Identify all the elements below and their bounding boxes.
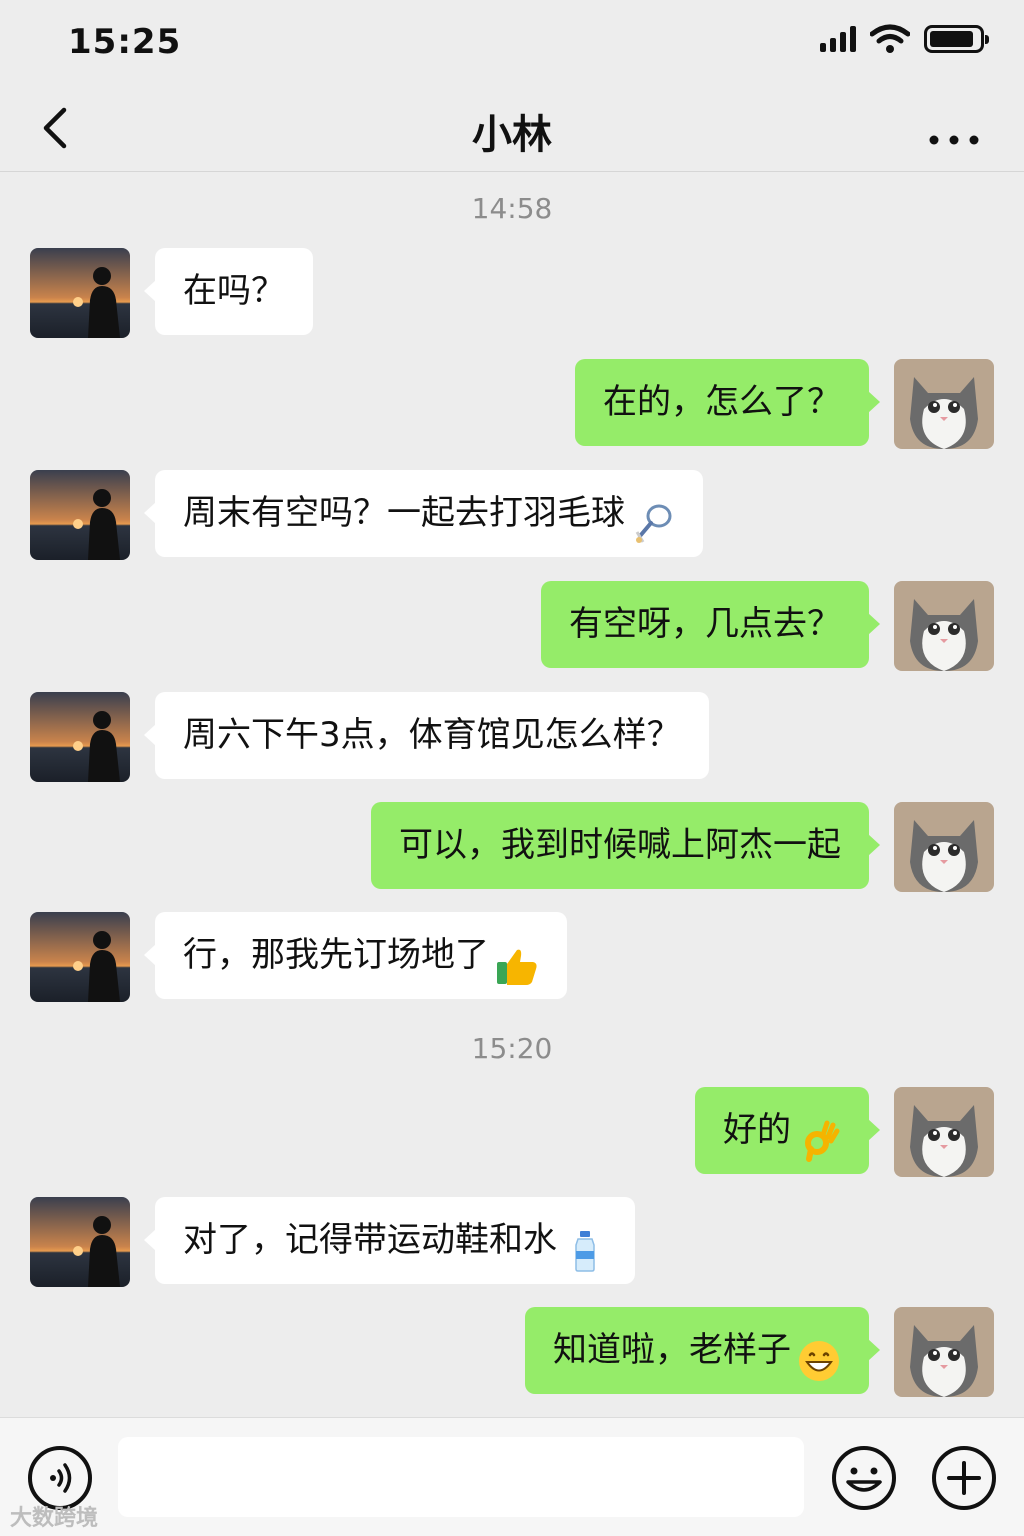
- message-text: 有空呀，几点去？: [569, 604, 841, 644]
- status-bar: 15:25: [0, 0, 1024, 84]
- contact-avatar[interactable]: [30, 912, 130, 1002]
- message-text: 好的: [723, 1110, 791, 1150]
- my-avatar[interactable]: [894, 1307, 994, 1397]
- my-avatar[interactable]: [894, 581, 994, 671]
- contact-avatar[interactable]: [30, 692, 130, 782]
- message-text: 在的，怎么了？: [603, 382, 841, 422]
- timestamp-divider: 14:58: [471, 192, 553, 225]
- badminton-icon: [631, 492, 675, 543]
- sent-message: 在的，怎么了？: [0, 359, 1024, 449]
- received-message: 行，那我先订场地了: [0, 912, 1024, 1002]
- water-bottle-icon: [563, 1219, 607, 1272]
- battery-fill: [930, 31, 974, 47]
- status-icons: [820, 24, 989, 54]
- message-text: 周末有空吗？一起去打羽毛球: [183, 493, 625, 533]
- message-bubble[interactable]: 可以，我到时候喊上阿杰一起: [371, 802, 880, 889]
- grinning-face-icon: [797, 1329, 841, 1381]
- message-text: 周六下午3点，体育馆见怎么样？: [183, 715, 681, 755]
- wifi-icon: [870, 24, 910, 53]
- sent-message: 可以，我到时候喊上阿杰一起: [0, 802, 1024, 892]
- received-message: 周六下午3点，体育馆见怎么样？: [0, 692, 1024, 782]
- message-input[interactable]: [118, 1437, 804, 1517]
- message-text: 对了，记得带运动鞋和水: [183, 1220, 557, 1260]
- message-bubble[interactable]: 有空呀，几点去？: [541, 581, 880, 668]
- received-message: 在吗？: [0, 248, 1024, 338]
- sent-message: 好的: [0, 1087, 1024, 1177]
- sent-message: 知道啦，老样子: [0, 1307, 1024, 1397]
- more-options-button[interactable]: [924, 100, 984, 156]
- emoji-button[interactable]: [830, 1444, 898, 1512]
- contact-avatar[interactable]: [30, 248, 130, 338]
- chat-messages[interactable]: 14:58 15:20 在吗？ 在的，怎么了？ 周末有空吗？一起去打羽毛球有空呀，几…: [0, 172, 1024, 1417]
- watermark: 大数跨境: [10, 1506, 99, 1531]
- received-message: 周末有空吗？一起去打羽毛球: [0, 470, 1024, 560]
- chat-title: 小林: [472, 112, 552, 158]
- my-avatar[interactable]: [894, 359, 994, 449]
- input-bar: [0, 1417, 1024, 1536]
- message-text: 在吗？: [183, 271, 285, 311]
- cellular-signal-icon: [820, 26, 856, 52]
- sent-message: 有空呀，几点去？: [0, 581, 1024, 671]
- message-bubble[interactable]: 周六下午3点，体育馆见怎么样？: [144, 692, 709, 779]
- message-bubble[interactable]: 对了，记得带运动鞋和水: [144, 1197, 635, 1284]
- contact-avatar[interactable]: [30, 470, 130, 560]
- status-time: 15:25: [68, 22, 182, 62]
- message-bubble[interactable]: 在吗？: [144, 248, 313, 335]
- message-text: 行，那我先订场地了: [183, 935, 489, 975]
- message-text: 可以，我到时候喊上阿杰一起: [399, 825, 841, 865]
- message-bubble[interactable]: 在的，怎么了？: [575, 359, 880, 446]
- my-avatar[interactable]: [894, 1087, 994, 1177]
- received-message: 对了，记得带运动鞋和水: [0, 1197, 1024, 1287]
- message-bubble[interactable]: 好的: [695, 1087, 880, 1174]
- chat-header: 小林: [0, 84, 1024, 172]
- battery-icon: [924, 25, 989, 53]
- message-bubble[interactable]: 知道啦，老样子: [525, 1307, 880, 1394]
- contact-avatar[interactable]: [30, 1197, 130, 1287]
- message-bubble[interactable]: 周末有空吗？一起去打羽毛球: [144, 470, 703, 557]
- more-functions-button[interactable]: [930, 1444, 998, 1512]
- message-text: 知道啦，老样子: [553, 1330, 791, 1370]
- message-bubble[interactable]: 行，那我先订场地了: [144, 912, 567, 999]
- ok-hand-icon: [797, 1109, 841, 1162]
- timestamp-divider: 15:20: [471, 1032, 553, 1065]
- thumbs-up-icon: [495, 934, 539, 985]
- my-avatar[interactable]: [894, 802, 994, 892]
